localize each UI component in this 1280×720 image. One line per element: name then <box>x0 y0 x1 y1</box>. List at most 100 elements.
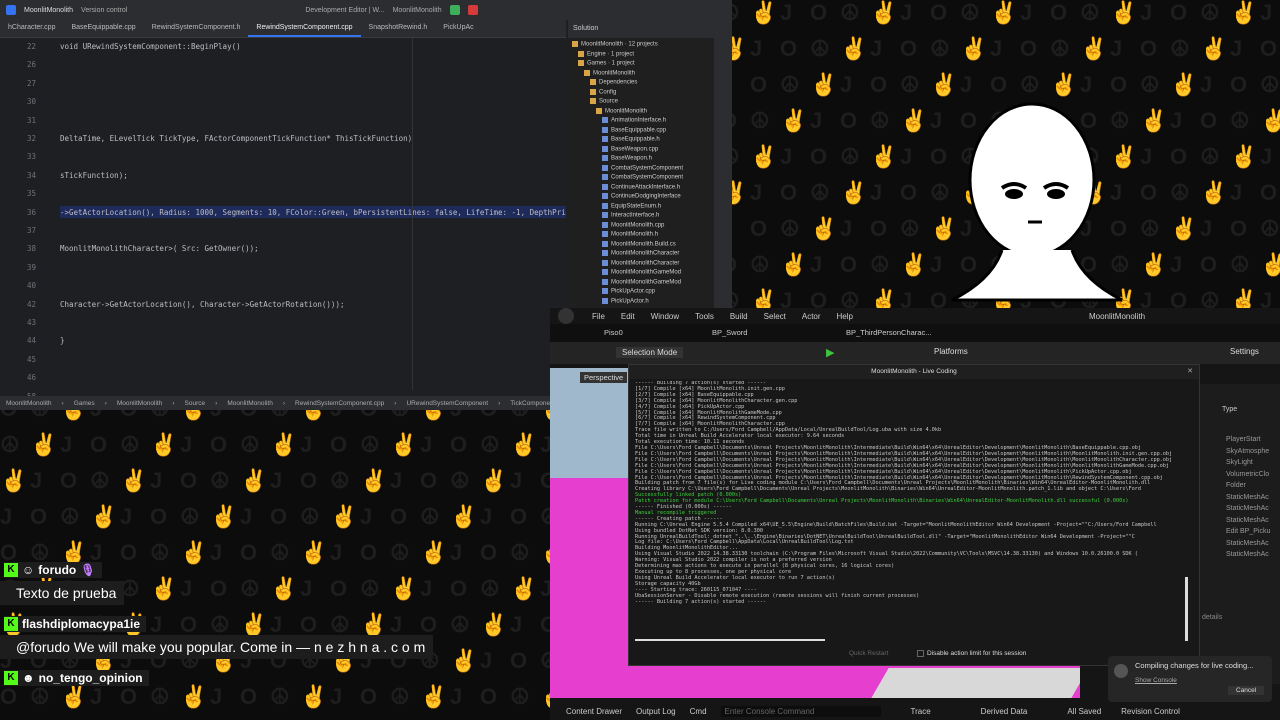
solution-item[interactable]: Games · 1 project <box>578 60 635 67</box>
log-hscrollbar[interactable] <box>635 639 825 641</box>
outliner-item[interactable]: PlayerStart <box>1226 436 1270 448</box>
solution-item[interactable]: MoonlitMonolith · 12 projects <box>572 41 658 48</box>
project-name[interactable]: MoonlitMonolith <box>24 7 73 14</box>
derived-data-button[interactable]: Derived Data <box>981 707 1028 716</box>
outliner-item[interactable]: StaticMeshAc <box>1226 505 1270 517</box>
outliner-item[interactable]: Edit BP_Picku <box>1226 528 1270 540</box>
target-name[interactable]: MoonlitMonolith <box>393 7 442 14</box>
solution-item[interactable]: MoonlitMonolithGameMod <box>602 269 681 276</box>
menu-item[interactable]: File <box>592 312 605 321</box>
solution-item[interactable]: Engine · 1 project <box>578 50 634 57</box>
code-editor[interactable]: void URewindSystemComponent::BeginPlay()… <box>60 38 566 396</box>
outliner-item[interactable]: StaticMeshAc <box>1226 551 1270 563</box>
disable-limit-checkbox[interactable] <box>917 650 924 657</box>
solution-item[interactable]: CombatSystemComponent <box>602 164 683 171</box>
solution-item[interactable]: MoonlitMonolith <box>596 107 647 114</box>
console-input[interactable]: Enter Console Command <box>720 705 881 717</box>
ue-statusbar: Content Drawer Output Log Cmd Enter Cons… <box>550 702 1280 720</box>
menu-item[interactable]: Edit <box>621 312 635 321</box>
menu-item[interactable]: Tools <box>695 312 714 321</box>
breadcrumb-item[interactable]: URewindSystemComponent <box>406 400 488 407</box>
breadcrumb-item[interactable]: RewindSystemComponent.cpp <box>295 400 384 407</box>
solution-item[interactable]: MoonlitMonolith.h <box>602 231 658 238</box>
menu-item[interactable]: Help <box>837 312 853 321</box>
level-tab[interactable]: Piso0 <box>604 328 623 337</box>
solution-item[interactable]: PickUpActor.cpp <box>602 288 655 295</box>
outliner-item[interactable]: SkyLight <box>1226 459 1270 471</box>
pattern-glyph: ☮ <box>180 504 200 529</box>
solution-item[interactable]: MoonlitMonolithCharacter <box>602 259 679 266</box>
close-icon[interactable]: ✕ <box>1187 367 1193 375</box>
revision-control-button[interactable]: Revision Control <box>1121 707 1180 716</box>
menu-item[interactable]: Build <box>730 312 748 321</box>
play-icon[interactable]: ▶ <box>826 346 834 359</box>
quick-restart-button[interactable]: Quick Restart <box>849 650 888 657</box>
pattern-glyph: J <box>750 36 763 61</box>
solution-item[interactable]: Config <box>590 88 616 95</box>
breadcrumb-item[interactable]: Source <box>185 400 206 407</box>
solution-item[interactable]: MoonlitMonolithCharacter <box>602 250 679 257</box>
solution-item[interactable]: AnimationInterface.h <box>602 117 666 124</box>
tab-file[interactable]: RewindSystemComponent.cpp <box>248 20 361 37</box>
pattern-glyph: ✌ <box>330 504 358 529</box>
level-tab[interactable]: BP_ThirdPersonCharac... <box>846 328 931 337</box>
outliner-item[interactable]: StaticMeshAc <box>1226 517 1270 529</box>
menu-item[interactable]: Select <box>764 312 786 321</box>
stop-icon[interactable] <box>467 5 478 15</box>
solution-item[interactable]: MoonlitMonolith <box>584 69 635 76</box>
pattern-glyph: ✌ <box>1080 36 1108 61</box>
pattern-glyph: ✌ <box>1050 72 1078 97</box>
solution-item[interactable]: MoonlitMonolithGameMod <box>602 278 681 285</box>
run-icon[interactable] <box>449 5 460 15</box>
solution-item[interactable]: BaseEquippable.h <box>602 136 660 143</box>
breadcrumb-item[interactable]: Games <box>74 400 95 407</box>
output-log-button[interactable]: Output Log <box>636 707 676 716</box>
solution-item[interactable]: CombatSystemComponent <box>602 174 683 181</box>
trace-button[interactable]: Trace <box>911 707 931 716</box>
menu-item[interactable]: Window <box>651 312 679 321</box>
solution-item[interactable]: PickUpActor.h <box>602 297 649 304</box>
tab-file[interactable]: SnapshotRewind.h <box>361 20 436 37</box>
all-saved-button[interactable]: All Saved <box>1067 707 1101 716</box>
outliner-item[interactable]: SkyAtmosphe <box>1226 448 1270 460</box>
solution-item-label: EquipStateEnum.h <box>611 203 662 210</box>
vcs-menu[interactable]: Version control <box>81 7 127 14</box>
outliner-item[interactable]: Folder <box>1226 482 1270 494</box>
solution-item[interactable]: ContinueAttackInterface.h <box>602 183 680 190</box>
breadcrumb-item[interactable]: MoonlitMonolith <box>117 400 163 407</box>
run-config[interactable]: Development Editor | W... <box>305 7 384 14</box>
breadcrumb-item[interactable]: TickComponent <box>510 400 555 407</box>
tab-file[interactable]: BaseEquippable.cpp <box>63 20 143 37</box>
tab-file[interactable]: RewindSystemComponent.h <box>144 20 249 37</box>
code-line: Character->GetActorLocation(), Character… <box>60 299 345 309</box>
pattern-glyph: ☮ <box>270 540 290 565</box>
settings-menu[interactable]: Settings <box>1230 347 1259 356</box>
outliner-item[interactable]: StaticMeshAc <box>1226 540 1270 552</box>
cancel-button[interactable]: Cancel <box>1228 686 1265 695</box>
solution-item[interactable]: BaseWeapon.cpp <box>602 145 658 152</box>
outliner-item[interactable]: StaticMeshAc <box>1226 494 1270 506</box>
tab-file[interactable]: hCharacter.cpp <box>0 20 63 37</box>
solution-item[interactable]: ContinueDodgingInterface <box>602 193 681 200</box>
cmd-dropdown[interactable]: Cmd <box>690 707 707 716</box>
outliner-item[interactable]: VolumetricClo <box>1226 471 1270 483</box>
breadcrumb-item[interactable]: MoonlitMonolith <box>227 400 273 407</box>
solution-item[interactable]: BaseEquippable.cpp <box>602 126 666 133</box>
solution-item[interactable]: MoonlitMonolith.Build.cs <box>602 240 676 247</box>
tab-file[interactable]: PickUpAc <box>435 20 481 37</box>
platforms-menu[interactable]: Platforms <box>934 347 968 356</box>
solution-item[interactable]: MoonlitMonolith.cpp <box>602 221 664 228</box>
content-drawer-button[interactable]: Content Drawer <box>566 707 622 716</box>
log-scrollbar[interactable] <box>1185 577 1188 641</box>
level-tab[interactable]: BP_Sword <box>712 328 747 337</box>
solution-item[interactable]: Dependencies <box>590 79 637 86</box>
viewport-perspective[interactable]: Perspective <box>580 372 628 383</box>
solution-item[interactable]: BaseWeapon.h <box>602 155 652 162</box>
solution-item[interactable]: InteractInterface.h <box>602 212 659 219</box>
show-console-link[interactable]: Show Console <box>1135 677 1177 684</box>
solution-item[interactable]: Source <box>590 98 618 105</box>
menu-item[interactable]: Actor <box>802 312 821 321</box>
selection-mode-dropdown[interactable]: Selection Mode <box>616 347 684 358</box>
solution-item[interactable]: EquipStateEnum.h <box>602 202 662 210</box>
breadcrumb-item[interactable]: MoonlitMonolith <box>6 400 52 407</box>
